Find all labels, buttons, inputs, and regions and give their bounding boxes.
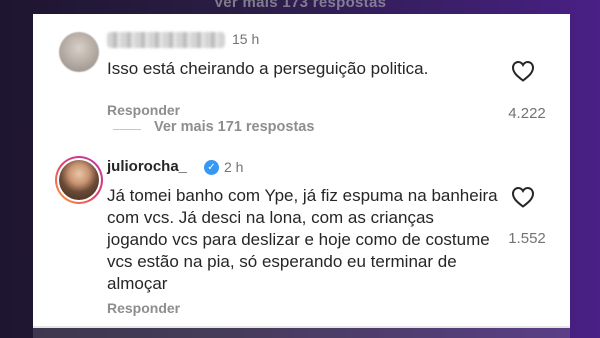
like-count: 1.552 [508,230,546,247]
divider [113,129,141,130]
comment-text: Isso está cheirando a perseguição politi… [107,59,429,78]
avatar[interactable] [59,32,99,72]
heart-outline-icon[interactable] [511,186,535,208]
avatar[interactable] [55,156,103,204]
reply-button[interactable]: Responder [107,102,180,118]
reply-button[interactable]: Responder [107,300,180,316]
username-blurred [107,32,225,48]
comment-timestamp: 15 h [232,31,260,47]
profile-photo [59,160,99,200]
comment-item: juliorocha_ ✓ 2 h Já tomei banho com Ype… [33,156,570,316]
comment-item: 15 h Isso está cheirando a perseguição p… [33,28,570,128]
comment-timestamp: 2 h [224,159,244,175]
background-thread-text: Ver mais 173 respostas [213,0,387,11]
comment-username[interactable]: juliorocha_ [107,158,187,175]
comment-text: Já tomei banho com Ype, já fiz espuma na… [107,186,498,293]
like-count: 4.222 [508,105,546,122]
heart-outline-icon[interactable] [511,60,535,82]
verified-badge-icon: ✓ [204,160,219,175]
background-thread-edge [33,326,570,338]
view-more-replies-label: Ver mais 171 respostas [154,119,315,135]
comment-thread-card: 15 h Isso está cheirando a perseguição p… [33,14,570,328]
